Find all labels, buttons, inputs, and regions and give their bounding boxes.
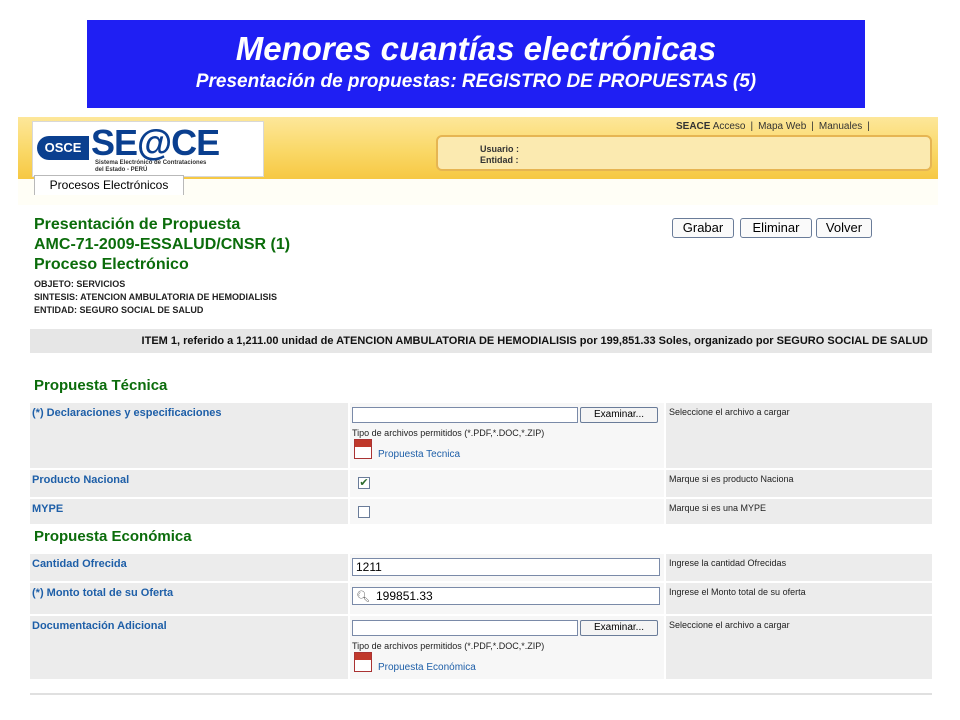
grabar-button[interactable]: Grabar (672, 218, 734, 238)
monto-value: 199851.33 (376, 589, 433, 603)
cantidad-input[interactable]: 1211 (352, 558, 660, 576)
tab-procesos-electronicos[interactable]: Procesos Electrónicos (34, 175, 184, 195)
logo-subtitle-line2: del Estado - PERÚ (95, 167, 148, 173)
user-label: Usuario : (480, 144, 520, 154)
row-declaraciones: (*) Declaraciones y especificaciones Exa… (30, 403, 932, 469)
row-mype: MYPE Marque si es una MYPE (30, 499, 932, 525)
documentacion-label: Documentación Adicional (32, 620, 167, 632)
producto-nacional-help: Marque si es producto Naciona (669, 474, 794, 484)
declaraciones-label: (*) Declaraciones y especificaciones (32, 407, 222, 419)
link-seace: SEACE (676, 121, 711, 132)
volver-button[interactable]: Volver (816, 218, 872, 238)
monto-help: Ingrese el Monto total de su oferta (669, 587, 806, 597)
page-title: Presentación de Propuesta (34, 216, 241, 233)
monto-input[interactable]: 🔍︎ 199851.33 (352, 587, 660, 605)
row-input-cell: Examinar... Tipo de archivos permitidos … (350, 616, 664, 679)
cantidad-help: Ingrese la cantidad Ofrecidas (669, 558, 787, 568)
row-input-cell: 🔍︎ 199851.33 (350, 583, 664, 614)
row-input-cell (350, 499, 664, 524)
mype-label: MYPE (32, 503, 64, 515)
row-help-cell: Ingrese la cantidad Ofrecidas (666, 554, 932, 581)
row-label-cell: Cantidad Ofrecida (30, 554, 348, 581)
row-label-cell: Documentación Adicional (30, 616, 348, 679)
osce-logo-text: OSCE (37, 136, 89, 160)
row-label-cell: Producto Nacional (30, 470, 348, 497)
row-help-cell: Seleccione el archivo a cargar (666, 403, 932, 468)
item-summary: ITEM 1, referido a 1,211.00 unidad de AT… (30, 329, 932, 353)
search-icon[interactable]: 🔍︎ (356, 589, 370, 605)
declaraciones-file-input[interactable] (352, 407, 578, 423)
declaraciones-help: Seleccione el archivo a cargar (669, 407, 790, 417)
mype-checkbox[interactable] (358, 506, 370, 518)
documentacion-examinar-button[interactable]: Examinar... (580, 620, 658, 636)
declaraciones-file-types: Tipo de archivos permitidos (*.PDF,*.DOC… (352, 428, 545, 438)
row-monto: (*) Monto total de su Oferta 🔍︎ 199851.33… (30, 583, 932, 615)
propuesta-economica-heading: Propuesta Económica (34, 528, 192, 545)
process-type: Proceso Electrónico (34, 256, 189, 273)
row-documentacion: Documentación Adicional Examinar... Tipo… (30, 616, 932, 680)
row-cantidad: Cantidad Ofrecida 1211 Ingrese la cantid… (30, 554, 932, 582)
main-content: Presentación de Propuesta AMC-71-2009-ES… (28, 207, 934, 695)
top-links: SEACE Acceso | Mapa Web | Manuales | (676, 121, 875, 132)
mype-help: Marque si es una MYPE (669, 503, 767, 513)
row-help-cell: Seleccione el archivo a cargar (666, 616, 932, 679)
process-code: AMC-71-2009-ESSALUD/CNSR (1) (34, 236, 291, 253)
seace-screenshot: OSCE SE@CE Sistema Electrónico de Contra… (18, 117, 938, 697)
propuesta-economica-link[interactable]: Propuesta Económica (378, 662, 476, 673)
row-label-cell: (*) Monto total de su Oferta (30, 583, 348, 614)
propuesta-tecnica-link[interactable]: Propuesta Tecnica (378, 449, 460, 460)
user-info-box: Usuario : Entidad : (436, 135, 932, 171)
row-input-cell: ✔ (350, 470, 664, 497)
bottom-divider (30, 693, 932, 695)
producto-nacional-label: Producto Nacional (32, 474, 130, 486)
seace-logo-text: SE@CE (91, 122, 220, 163)
objeto-text: OBJETO: SERVICIOS (34, 279, 126, 289)
documentacion-help: Seleccione el archivo a cargar (669, 620, 790, 630)
declaraciones-examinar-button[interactable]: Examinar... (580, 407, 658, 423)
monto-label: (*) Monto total de su Oferta (32, 587, 174, 599)
logo-subtitle: Sistema Electrónico de Contrataciones de… (95, 160, 255, 174)
row-producto-nacional: Producto Nacional ✔ Marque si es product… (30, 470, 932, 498)
eliminar-button[interactable]: Eliminar (740, 218, 812, 238)
link-separator: | (811, 121, 814, 132)
row-input-cell: 1211 (350, 554, 664, 581)
pdf-icon (354, 439, 372, 459)
row-label-cell: (*) Declaraciones y especificaciones (30, 403, 348, 468)
row-label-cell: MYPE (30, 499, 348, 524)
documentacion-file-types: Tipo de archivos permitidos (*.PDF,*.DOC… (352, 641, 545, 651)
documentacion-file-input[interactable] (352, 620, 578, 636)
link-separator: | (750, 121, 754, 132)
pdf-icon (354, 652, 372, 672)
row-help-cell: Ingrese el Monto total de su oferta (666, 583, 932, 614)
slide-title: Menores cuantías electrónicas (235, 30, 717, 67)
entidad-text: ENTIDAD: SEGURO SOCIAL DE SALUD (34, 305, 204, 315)
cantidad-label: Cantidad Ofrecida (32, 558, 127, 570)
link-manuales[interactable]: Manuales (819, 121, 862, 132)
row-input-cell: Examinar... Tipo de archivos permitidos … (350, 403, 664, 468)
link-separator: | (867, 121, 870, 132)
slide-title-banner: Menores cuantías electrónicas Presentaci… (87, 20, 865, 108)
slide-subtitle: Presentación de propuestas: REGISTRO DE … (195, 71, 757, 92)
link-mapa-web[interactable]: Mapa Web (758, 121, 806, 132)
propuesta-tecnica-heading: Propuesta Técnica (34, 377, 168, 394)
link-acceso[interactable]: Acceso (713, 121, 746, 132)
entity-label: Entidad : (480, 155, 519, 165)
logo-subtitle-line1: Sistema Electrónico de Contrataciones (95, 160, 207, 166)
seace-logo[interactable]: OSCE SE@CE Sistema Electrónico de Contra… (32, 121, 264, 177)
sintesis-text: SINTESIS: ATENCION AMBULATORIA DE HEMODI… (34, 292, 278, 302)
row-help-cell: Marque si es una MYPE (666, 499, 932, 524)
row-help-cell: Marque si es producto Naciona (666, 470, 932, 497)
producto-nacional-checkbox[interactable]: ✔ (358, 477, 370, 489)
